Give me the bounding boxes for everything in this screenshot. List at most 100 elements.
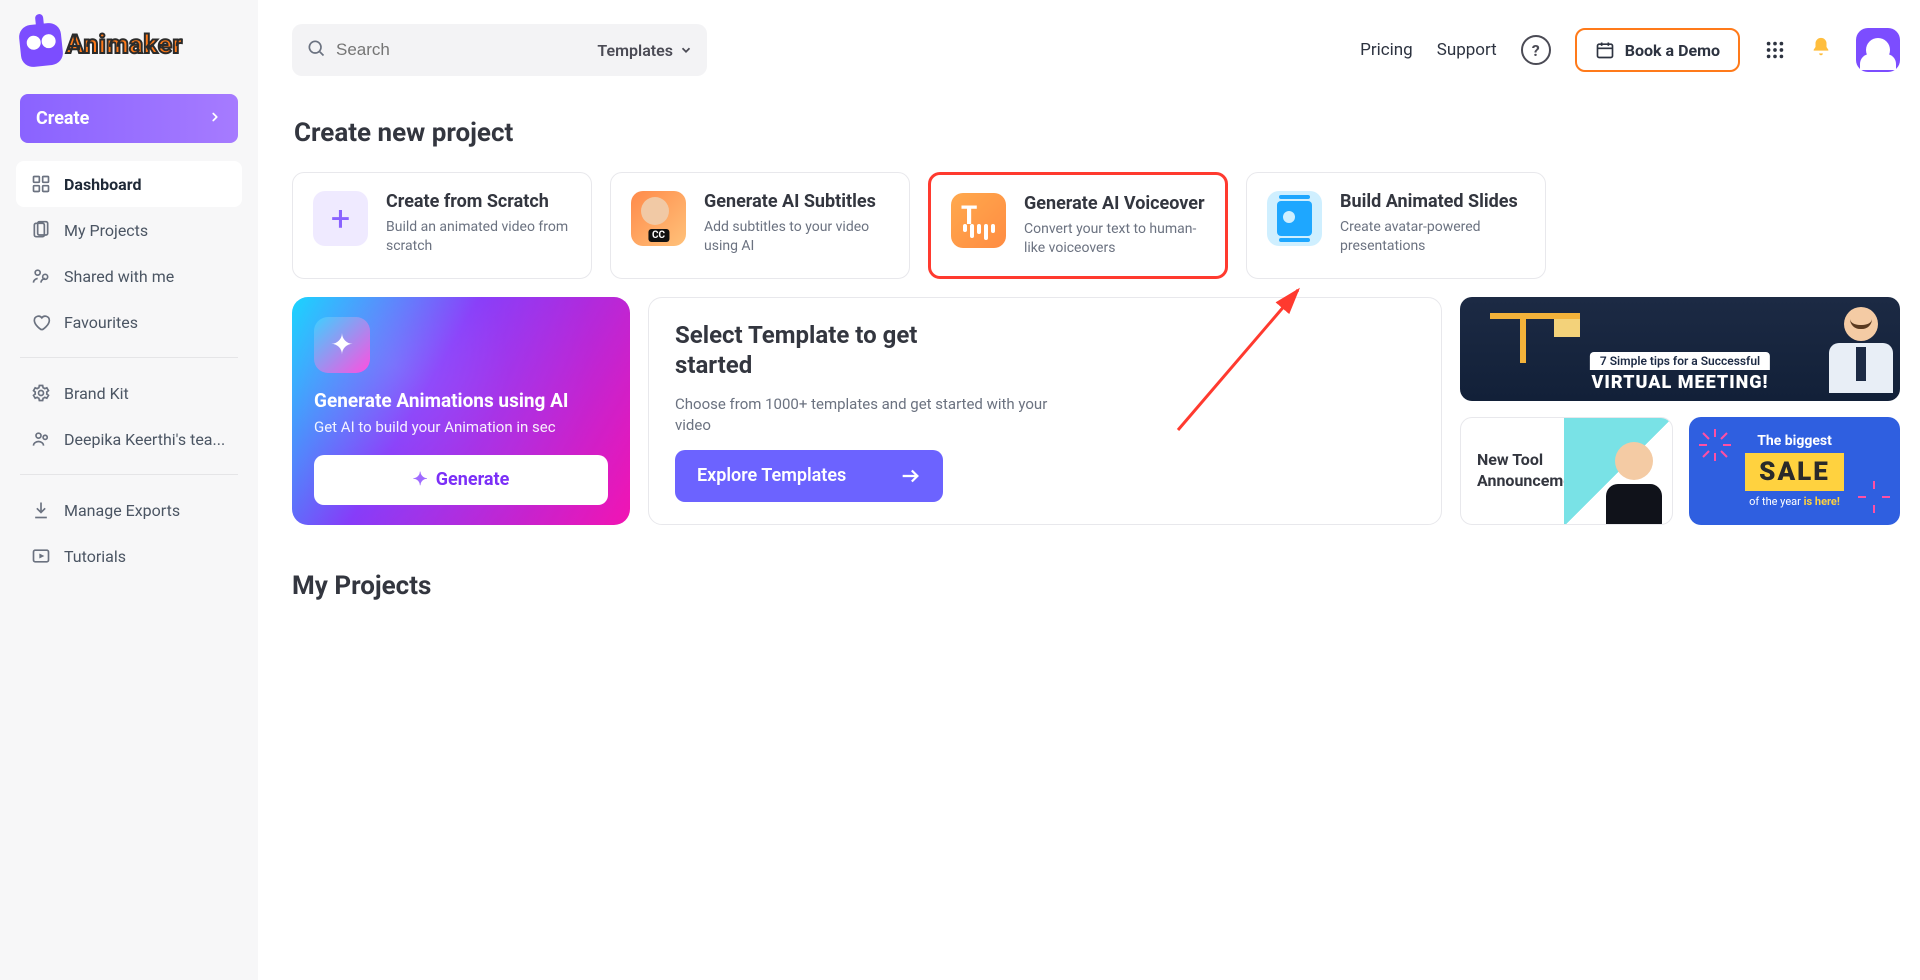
sidebar-item-brandkit[interactable]: Brand Kit [16, 370, 242, 416]
card-desc: Add subtitles to your video using AI [704, 218, 889, 256]
sidebar-item-label: Deepika Keerthi's tea... [64, 430, 225, 449]
template-panel-desc: Choose from 1000+ templates and get star… [675, 394, 1055, 436]
sidebar-item-label: Dashboard [64, 175, 141, 194]
sidebar-group-tertiary: Manage Exports Tutorials [14, 487, 244, 579]
gear-icon [30, 382, 52, 404]
card-desc: Create avatar-powered presentations [1340, 218, 1525, 256]
subtitles-icon: CC [631, 191, 686, 246]
secondary-panels: ✦ Generate Animations using AI Get AI to… [292, 297, 1900, 525]
help-button[interactable]: ? [1521, 35, 1551, 65]
sidebar: Animaker Create Dashboard My Projects Sh… [0, 0, 258, 980]
create-button-label: Create [36, 108, 89, 129]
voiceover-icon: T [951, 193, 1006, 248]
sidebar-item-exports[interactable]: Manage Exports [16, 487, 242, 533]
chevron-down-icon [679, 43, 693, 57]
plus-icon: + [313, 191, 368, 246]
promo-column: 7 Simple tips for a Successful VIRTUAL M… [1460, 297, 1900, 525]
share-icon [30, 265, 52, 287]
search-bar[interactable]: Templates [292, 24, 707, 76]
support-link[interactable]: Support [1437, 40, 1497, 60]
sidebar-item-favourites[interactable]: Favourites [16, 299, 242, 345]
sidebar-item-team[interactable]: Deepika Keerthi's tea... [16, 416, 242, 462]
arrow-right-icon [899, 465, 921, 487]
main: Templates Pricing Support ? Book a Demo … [258, 0, 1920, 980]
sidebar-item-projects[interactable]: My Projects [16, 207, 242, 253]
card-title: Generate AI Voiceover [1024, 193, 1205, 214]
card-title: Generate AI Subtitles [704, 191, 889, 212]
apps-grid-icon[interactable] [1764, 39, 1786, 61]
ai-generate-panel: ✦ Generate Animations using AI Get AI to… [292, 297, 630, 525]
promo-ribbon: 7 Simple tips for a Successful VIRTUAL M… [1590, 352, 1770, 393]
sale-main-text: SALE [1745, 453, 1844, 491]
sidebar-item-dashboard[interactable]: Dashboard [16, 161, 242, 207]
sidebar-separator [20, 474, 238, 475]
export-icon [30, 499, 52, 521]
book-demo-label: Book a Demo [1625, 41, 1720, 60]
pricing-link[interactable]: Pricing [1360, 40, 1413, 60]
template-panel-title: Select Template to get started [675, 320, 935, 380]
promo-small-text: 7 Simple tips for a Successful [1590, 352, 1770, 370]
templates-label: Templates [597, 41, 673, 60]
sale-top-text: The biggest [1757, 433, 1832, 449]
chevron-right-icon [208, 109, 222, 128]
explore-templates-button[interactable]: Explore Templates [675, 450, 943, 502]
notifications-icon[interactable] [1810, 36, 1832, 64]
sidebar-item-label: Favourites [64, 313, 138, 332]
slides-icon [1267, 191, 1322, 246]
template-panel: Select Template to get started Choose fr… [648, 297, 1442, 525]
sidebar-item-label: Brand Kit [64, 384, 129, 403]
promo-big-text: VIRTUAL MEETING! [1590, 372, 1770, 393]
header: Templates Pricing Support ? Book a Demo [292, 24, 1900, 76]
promo-new-tool[interactable]: New Tool Announcement [1460, 417, 1673, 525]
card-ai-voiceover[interactable]: T Generate AI Voiceover Convert your tex… [928, 172, 1228, 279]
card-desc: Build an animated video from scratch [386, 218, 571, 256]
logo-text: Animaker [66, 30, 183, 60]
card-title: Build Animated Slides [1340, 191, 1525, 212]
search-input[interactable] [336, 40, 597, 60]
sidebar-item-label: Manage Exports [64, 501, 180, 520]
book-demo-button[interactable]: Book a Demo [1575, 28, 1740, 72]
sidebar-group-secondary: Brand Kit Deepika Keerthi's tea... [14, 370, 244, 462]
burst-icon [1695, 425, 1735, 465]
card-animated-slides[interactable]: Build Animated Slides Create avatar-powe… [1246, 172, 1546, 279]
card-create-scratch[interactable]: + Create from Scratch Build an animated … [292, 172, 592, 279]
card-desc: Convert your text to human-like voiceove… [1024, 220, 1205, 258]
create-section-title: Create new project [294, 118, 1900, 148]
project-type-cards: + Create from Scratch Build an animated … [292, 172, 1900, 279]
sparkle-icon: ✦ [314, 317, 370, 373]
card-title: Create from Scratch [386, 191, 571, 212]
sidebar-separator [20, 357, 238, 358]
search-templates-filter[interactable]: Templates [597, 41, 693, 60]
man-illustration [1816, 307, 1900, 401]
play-icon [30, 545, 52, 567]
sidebar-item-label: Tutorials [64, 547, 126, 566]
generate-button-label: Generate [436, 469, 510, 490]
profile-avatar[interactable] [1856, 28, 1900, 72]
dashboard-icon [30, 173, 52, 195]
ai-panel-title: Generate Animations using AI [314, 389, 608, 412]
spark-icon: ✦ [413, 469, 428, 490]
search-icon [306, 38, 326, 62]
logo-icon [18, 22, 64, 68]
sidebar-item-tutorials[interactable]: Tutorials [16, 533, 242, 579]
woman-illustration [1606, 442, 1662, 524]
card-ai-subtitles[interactable]: CC Generate AI Subtitles Add subtitles t… [610, 172, 910, 279]
promo-virtual-meeting[interactable]: 7 Simple tips for a Successful VIRTUAL M… [1460, 297, 1900, 401]
crane-illustration [1480, 303, 1590, 363]
promo-sale[interactable]: The biggest SALE of the year is here! [1689, 417, 1900, 525]
files-icon [30, 219, 52, 241]
sidebar-item-label: Shared with me [64, 267, 174, 286]
sidebar-item-shared[interactable]: Shared with me [16, 253, 242, 299]
ai-panel-subtitle: Get AI to build your Animation in sec [314, 418, 608, 436]
logo[interactable]: Animaker [14, 18, 244, 88]
sidebar-group-primary: Dashboard My Projects Shared with me Fav… [14, 161, 244, 345]
my-projects-title: My Projects [292, 571, 1900, 601]
team-icon [30, 428, 52, 450]
calendar-icon [1595, 40, 1615, 60]
heart-icon [30, 311, 52, 333]
generate-button[interactable]: ✦ Generate [314, 455, 608, 505]
sidebar-item-label: My Projects [64, 221, 148, 240]
create-button[interactable]: Create [20, 94, 238, 143]
person-icon [1866, 38, 1890, 62]
sale-bottom-text: of the year is here! [1749, 495, 1840, 508]
